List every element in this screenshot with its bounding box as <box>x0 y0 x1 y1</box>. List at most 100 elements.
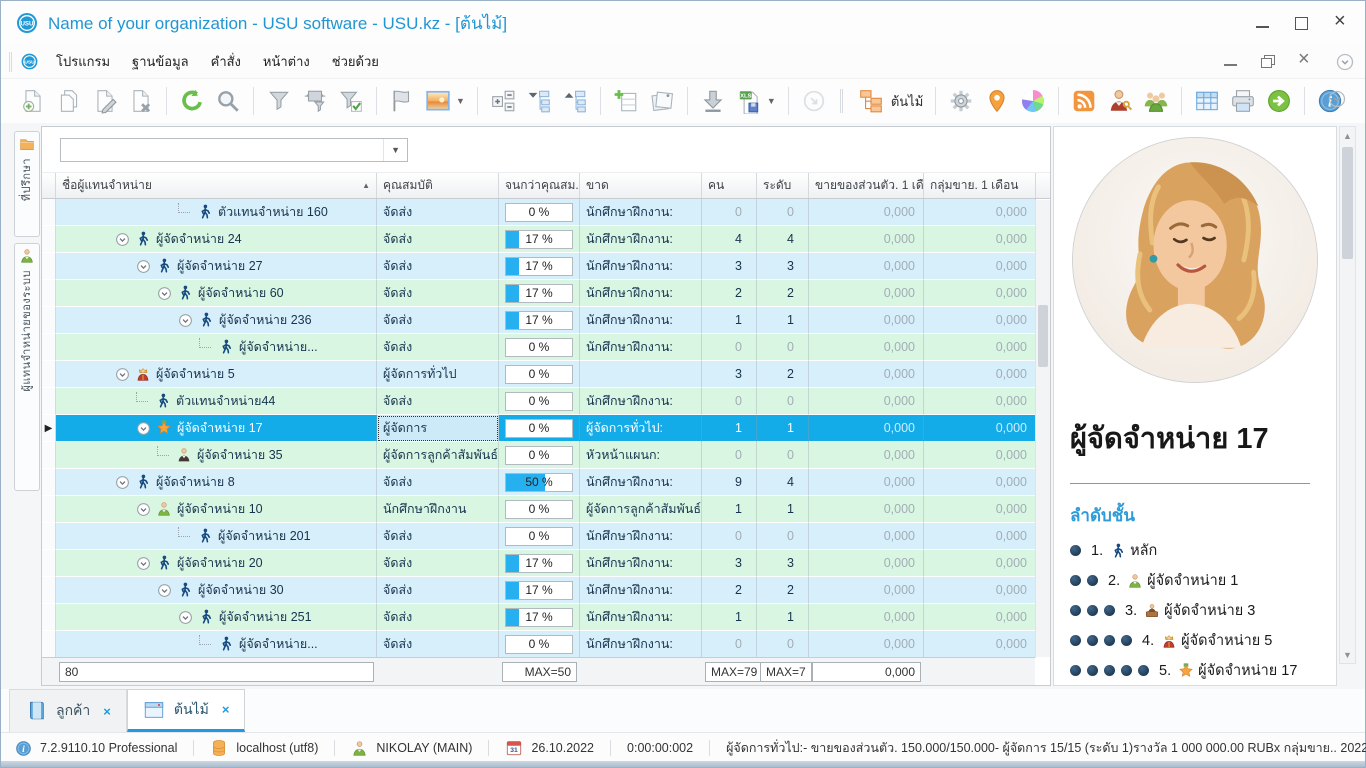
toolbar-search-button[interactable] <box>210 85 246 117</box>
toolbar-tree-expand-button[interactable] <box>557 85 593 117</box>
toolbar-print-button[interactable] <box>1225 85 1261 117</box>
table-row[interactable]: ผู้จัดจำหน่าย 5ผู้จัดการทั่วไป0 %320,000… <box>42 361 1050 388</box>
toolbar-doc-new-button[interactable] <box>15 85 51 117</box>
expand-circle-icon[interactable] <box>178 313 193 328</box>
table-row[interactable]: ผู้จัดจำหน่าย 24จัดส่ง17 %นักศึกษาฝึกงาน… <box>42 226 1050 253</box>
table-row[interactable]: ผู้จัดจำหน่าย 8จัดส่ง50 %นักศึกษาฝึกงาน:… <box>42 469 1050 496</box>
table-row[interactable]: ผู้จัดจำหน่าย...จัดส่ง0 %นักศึกษาฝึกงาน:… <box>42 334 1050 361</box>
side-tab-1[interactable]: ผู้แทนจำหน่ายของระบบ <box>14 243 40 491</box>
table-row[interactable]: ตัวแทนจำหน่าย44จัดส่ง0 %นักศึกษาฝึกงาน:0… <box>42 388 1050 415</box>
dropdown-arrow-icon[interactable]: ▼ <box>767 96 776 106</box>
expand-circle-icon[interactable] <box>136 421 151 436</box>
scroll-down-icon[interactable]: ▼ <box>1340 646 1355 663</box>
expand-circle-icon[interactable] <box>178 610 193 625</box>
mdi-restore-button[interactable] <box>1261 55 1274 68</box>
toolbar-overflow-icon[interactable] <box>1327 89 1347 109</box>
cell-group-sales: 0,000 <box>924 199 1036 226</box>
chevron-down-icon[interactable]: ▼ <box>383 139 407 161</box>
expand-circle-icon[interactable] <box>157 583 172 598</box>
toolbar-users-button[interactable] <box>1138 85 1174 117</box>
table-row[interactable]: ผู้จัดจำหน่าย 20จัดส่ง17 %นักศึกษาฝึกงาน… <box>42 550 1050 577</box>
document-tab-label: ลูกค้า <box>56 700 90 722</box>
cell-personal-sales: 0,000 <box>809 496 924 523</box>
mdi-minimize-button[interactable] <box>1224 55 1237 68</box>
menu-item-1[interactable]: ฐานข้อมูล <box>123 47 198 76</box>
mdi-close-button[interactable] <box>1298 55 1311 68</box>
table-row[interactable]: ผู้จัดจำหน่าย 201จัดส่ง0 %นักศึกษาฝึกงาน… <box>42 523 1050 550</box>
cell-rank: 2 <box>757 361 809 388</box>
toolbar-export-xls-button[interactable]: XLS▼ <box>731 85 781 117</box>
column-header-property[interactable]: คุณสมบัติ <box>377 173 499 198</box>
toolbar-doc-delete-button[interactable] <box>123 85 159 117</box>
table-row[interactable]: ผู้จัดจำหน่าย 27จัดส่ง17 %นักศึกษาฝึกงาน… <box>42 253 1050 280</box>
column-header-percent[interactable]: จนกว่าคุณสม... <box>499 173 580 198</box>
expand-circle-icon[interactable] <box>136 259 151 274</box>
column-header-rank[interactable]: ระดับ <box>757 173 809 198</box>
table-row[interactable]: ผู้จัดจำหน่าย 236จัดส่ง17 %นักศึกษาฝึกงา… <box>42 307 1050 334</box>
menu-item-3[interactable]: หน้าต่าง <box>254 47 319 76</box>
table-row[interactable]: ผู้จัดจำหน่าย 35ผู้จัดการลูกค้าสัมพันธ์0… <box>42 442 1050 469</box>
toolbar-import-button[interactable] <box>695 85 731 117</box>
column-header-personal[interactable]: ขายของส่วนตัว. 1 เดือน <box>809 173 924 198</box>
toolbar-refresh-button[interactable] <box>174 85 210 117</box>
expand-circle-icon[interactable] <box>136 556 151 571</box>
table-row[interactable]: ผู้จัดจำหน่าย...จัดส่ง0 %นักศึกษาฝึกงาน:… <box>42 631 1050 658</box>
menu-item-0[interactable]: โปรแกรม <box>47 47 119 76</box>
expand-circle-icon[interactable] <box>115 232 130 247</box>
toolbar-colors-button[interactable] <box>1015 85 1051 117</box>
expand-circle-icon[interactable] <box>136 502 151 517</box>
toolbar-flag-button[interactable] <box>384 85 420 117</box>
toolbar-doc-copy-button[interactable] <box>51 85 87 117</box>
filter-combobox[interactable]: ▼ <box>60 138 408 162</box>
toolbar-tree-collapse-button[interactable] <box>521 85 557 117</box>
toolbar-rss-button[interactable] <box>1066 85 1102 117</box>
document-tab-0[interactable]: ลูกค้า × <box>9 689 127 732</box>
toolbar-filter-check-button[interactable] <box>333 85 369 117</box>
document-tab-1[interactable]: ต้นไม้× <box>127 689 246 732</box>
table-scrollbar[interactable] <box>1035 200 1050 657</box>
toolbar-go-button[interactable] <box>1261 85 1297 117</box>
close-button[interactable] <box>1334 17 1347 30</box>
toolbar-image-button[interactable]: ▼ <box>420 85 470 117</box>
column-header-shortage[interactable]: ขาด <box>580 173 702 198</box>
scroll-up-icon[interactable]: ▲ <box>1340 127 1355 144</box>
toolbar-filter-columns-button[interactable] <box>297 85 333 117</box>
table-row[interactable]: ตัวแทนจำหน่าย 160จัดส่ง0 %นักศึกษาฝึกงาน… <box>42 199 1050 226</box>
toolbar-row-add-button[interactable] <box>608 85 644 117</box>
column-header-name[interactable]: ชื่อผู้แทนจำหน่าย▲ <box>56 173 377 198</box>
maximize-button[interactable] <box>1295 17 1308 30</box>
side-tab-0[interactable]: ที่ปรึกษา <box>14 131 40 237</box>
toolbar-nav-circle-button[interactable] <box>796 85 832 117</box>
toolbar-user-key-button[interactable] <box>1102 85 1138 117</box>
minimize-button[interactable] <box>1256 17 1269 30</box>
expand-circle-icon[interactable] <box>115 475 130 490</box>
table-scrollbar-thumb[interactable] <box>1038 305 1048 367</box>
table-row[interactable]: ผู้จัดจำหน่าย 10นักศึกษาฝึกงาน0 %ผู้จัดก… <box>42 496 1050 523</box>
table-row[interactable]: ผู้จัดจำหน่าย 60จัดส่ง17 %นักศึกษาฝึกงาน… <box>42 280 1050 307</box>
expand-circle-icon[interactable] <box>157 286 172 301</box>
menu-overflow-icon[interactable] <box>1335 52 1355 72</box>
dropdown-arrow-icon[interactable]: ▼ <box>456 96 465 106</box>
toolbar-table-button[interactable] <box>1189 85 1225 117</box>
toolbar-tree-plusminus-button[interactable] <box>485 85 521 117</box>
toolbar-doc-edit-button[interactable] <box>87 85 123 117</box>
table-row[interactable]: ▶ผู้จัดจำหน่าย 17ผู้จัดการ0 %ผู้จัดการทั… <box>42 415 1050 442</box>
column-header-group[interactable]: กลุ่มขาย. 1 เดือน <box>924 173 1036 198</box>
toolbar-tree-map-button[interactable]: ต้นไม้ <box>853 85 928 117</box>
details-scrollbar[interactable]: ▲ ▼ <box>1339 126 1356 664</box>
tab-close-icon[interactable]: × <box>103 704 111 719</box>
table-row[interactable]: ผู้จัดจำหน่าย 251จัดส่ง17 %นักศึกษาฝึกงา… <box>42 604 1050 631</box>
menu-item-4[interactable]: ช่วยด้วย <box>323 47 388 76</box>
toolbar-gear-button[interactable] <box>943 85 979 117</box>
toolbar-notes-button[interactable] <box>644 85 680 117</box>
tab-close-icon[interactable]: × <box>222 702 230 717</box>
menu-item-2[interactable]: คำสั่ง <box>202 47 250 76</box>
column-header-label: จนกว่าคุณสม... <box>505 176 580 195</box>
column-header-people[interactable]: คน <box>702 173 757 198</box>
expand-circle-icon[interactable] <box>115 367 130 382</box>
cell-group-sales: 0,000 <box>924 361 1036 388</box>
details-scrollbar-thumb[interactable] <box>1342 147 1353 259</box>
table-row[interactable]: ผู้จัดจำหน่าย 30จัดส่ง17 %นักศึกษาฝึกงาน… <box>42 577 1050 604</box>
toolbar-pin-button[interactable] <box>979 85 1015 117</box>
toolbar-filter-button[interactable] <box>261 85 297 117</box>
